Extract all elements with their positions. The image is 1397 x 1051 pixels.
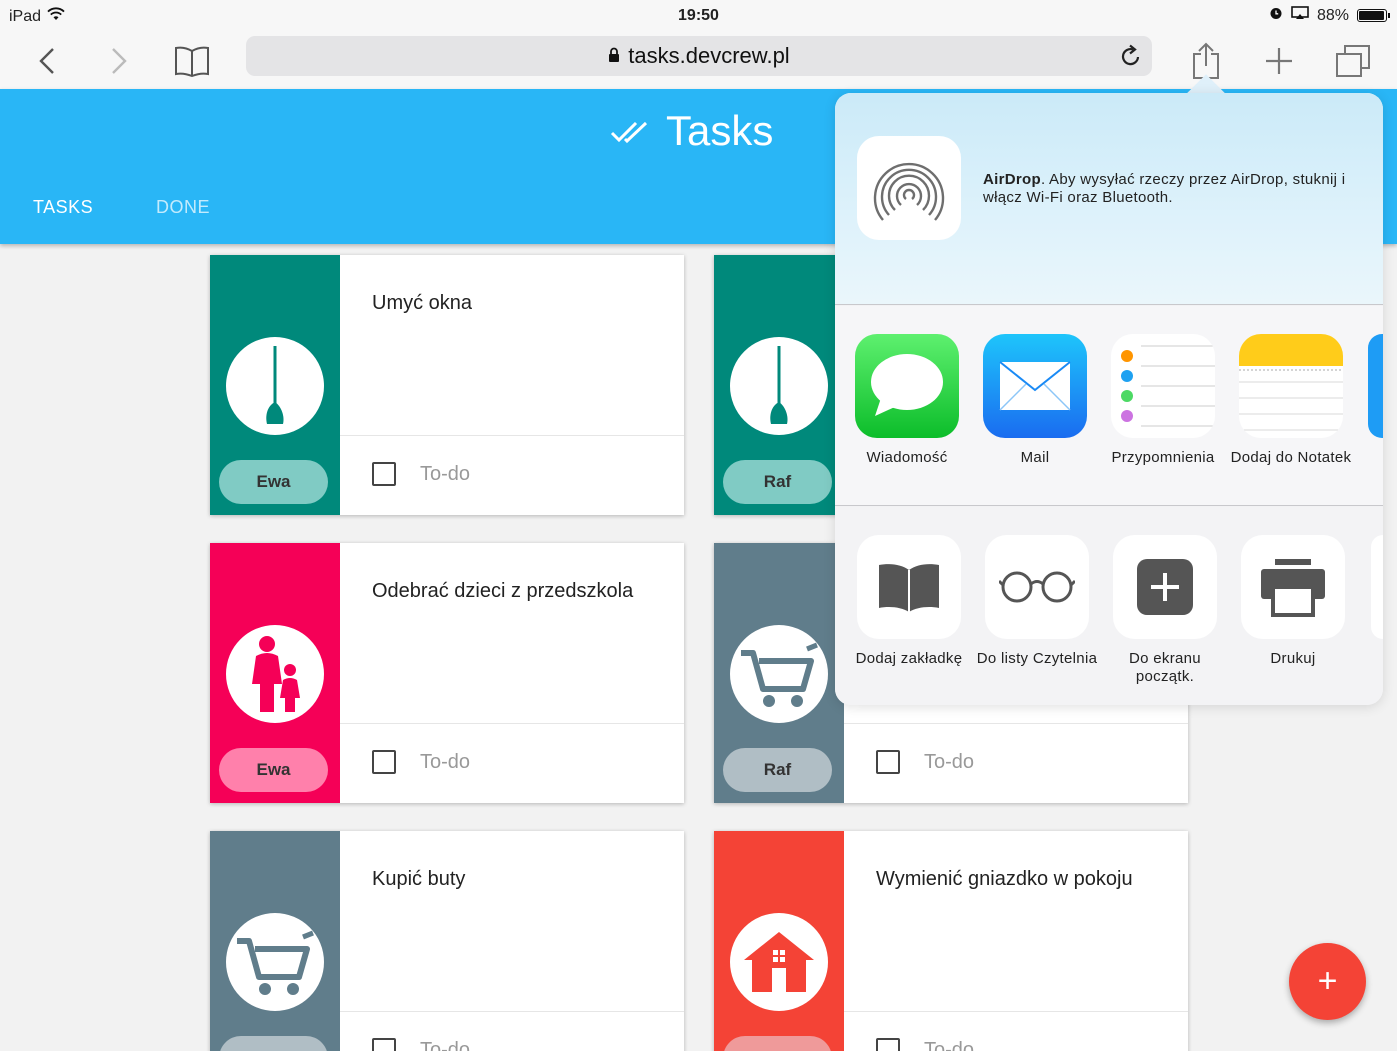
task-checkbox[interactable] <box>372 750 396 774</box>
share-actions-row: Dodaj zakładkę Do listy Czytelnia Do ekr… <box>835 507 1383 705</box>
reload-icon[interactable] <box>1120 44 1142 74</box>
assignee-badge[interactable]: Raf <box>723 748 832 792</box>
divider <box>340 435 684 436</box>
reminders-icon <box>1111 334 1215 438</box>
address-bar[interactable]: tasks.devcrew.pl <box>246 36 1152 76</box>
family-icon <box>226 625 324 723</box>
divider <box>844 723 1188 724</box>
bookmarks-icon[interactable] <box>170 32 214 89</box>
task-checkbox[interactable] <box>372 462 396 486</box>
share-app-reminders[interactable]: Przypomnienia <box>1099 334 1227 467</box>
tabs-icon[interactable] <box>1334 32 1372 89</box>
battery-percent: 88% <box>1316 6 1349 24</box>
notes-icon <box>1239 334 1343 438</box>
tab-done[interactable]: DONE <box>156 197 210 218</box>
battery-fill <box>1359 11 1384 20</box>
alarm-icon <box>1269 6 1283 25</box>
task-title: Umyć okna <box>372 292 473 314</box>
assignee-badge[interactable] <box>723 1036 832 1051</box>
task-checkbox[interactable] <box>876 750 900 774</box>
airdrop-section: AirDrop. Aby wysyłać rzeczy przez AirDro… <box>835 93 1383 305</box>
airplay-icon <box>1291 6 1309 25</box>
cart-icon <box>730 625 828 723</box>
share-app-notes[interactable]: Dodaj do Notatek <box>1227 334 1355 467</box>
task-title: Odebrać dzieci z przedszkola <box>372 580 634 602</box>
task-title: Wymienić gniazdko w pokoju <box>876 868 1133 890</box>
airdrop-description: AirDrop. Aby wysyłać rzeczy przez AirDro… <box>983 171 1363 207</box>
share-action-label: Do ekranu początk. <box>1129 650 1201 685</box>
double-check-icon <box>610 107 650 155</box>
task-card[interactable]: Wymienić gniazdko w pokoju To-do <box>714 831 1188 1051</box>
printer-icon <box>1241 535 1345 639</box>
share-action-label: Drukuj <box>1270 650 1316 667</box>
share-apps-row: Wiadomość Mail Przypomnienia Dodaj do No… <box>835 306 1383 506</box>
task-status: To-do <box>924 751 975 773</box>
clock: 19:50 <box>678 7 719 24</box>
cart-icon <box>226 913 324 1011</box>
add-square-icon <box>1113 535 1217 639</box>
assignee-badge[interactable]: Ewa <box>219 748 328 792</box>
share-app-mail[interactable]: Mail <box>971 334 1099 467</box>
assignee-badge[interactable] <box>219 1036 328 1051</box>
broom-icon <box>730 337 828 435</box>
share-app-messages[interactable]: Wiadomość <box>843 334 971 467</box>
share-app-label: Mail <box>1020 449 1050 466</box>
house-icon <box>730 913 828 1011</box>
browser-toolbar: tasks.devcrew.pl <box>0 32 1397 89</box>
share-app-label: Dodaj do Notatek <box>1230 449 1352 466</box>
airdrop-label: AirDrop <box>983 171 1041 188</box>
app-title-text: Tasks <box>666 107 774 154</box>
mail-icon <box>983 334 1087 438</box>
task-status: To-do <box>420 1039 471 1051</box>
task-checkbox[interactable] <box>372 1038 396 1051</box>
share-sheet: AirDrop. Aby wysyłać rzeczy przez AirDro… <box>835 93 1383 705</box>
task-card[interactable]: Kupić buty To-do <box>210 831 684 1051</box>
task-status: To-do <box>420 463 471 485</box>
action-add-bookmark[interactable]: Dodaj zakładkę <box>845 535 973 668</box>
task-checkbox[interactable] <box>876 1038 900 1051</box>
action-print[interactable]: Drukuj <box>1229 535 1357 668</box>
more-actions-edge[interactable] <box>1371 535 1383 639</box>
airdrop-icon[interactable] <box>857 136 961 240</box>
divider <box>340 723 684 724</box>
task-card[interactable]: Ewa Umyć okna To-do <box>210 255 684 515</box>
tab-tasks[interactable]: TASKS <box>33 197 93 218</box>
forward-button[interactable] <box>102 32 136 89</box>
messages-icon <box>855 334 959 438</box>
lock-icon <box>608 43 620 69</box>
share-action-label: Do listy Czytelnia <box>976 650 1098 667</box>
battery-icon <box>1357 9 1390 22</box>
new-tab-icon[interactable] <box>1262 32 1296 89</box>
status-bar: iPad 19:50 88% <box>0 0 1397 32</box>
action-reading-list[interactable]: Do listy Czytelnia <box>973 535 1101 668</box>
task-title: Kupić buty <box>372 868 466 890</box>
share-app-label: Przypomnienia <box>1111 449 1215 466</box>
divider <box>340 1011 684 1012</box>
task-card[interactable]: Ewa Odebrać dzieci z przedszkola To-do <box>210 543 684 803</box>
share-app-label: Wiadomość <box>866 449 948 466</box>
divider <box>844 1011 1188 1012</box>
url-text: tasks.devcrew.pl <box>628 43 790 68</box>
share-action-label: Dodaj zakładkę <box>855 650 963 667</box>
task-status: To-do <box>924 1039 975 1051</box>
action-add-to-home[interactable]: Do ekranu początk. <box>1101 535 1229 686</box>
assignee-badge[interactable]: Raf <box>723 460 832 504</box>
more-apps-edge[interactable] <box>1368 334 1383 438</box>
bookmark-book-icon <box>857 535 961 639</box>
app-title: Tasks <box>610 107 773 155</box>
back-button[interactable] <box>30 32 64 89</box>
assignee-badge[interactable]: Ewa <box>219 460 328 504</box>
broom-icon <box>226 337 324 435</box>
reading-glasses-icon <box>985 535 1089 639</box>
add-task-button[interactable]: + <box>1289 943 1366 1020</box>
task-status: To-do <box>420 751 471 773</box>
